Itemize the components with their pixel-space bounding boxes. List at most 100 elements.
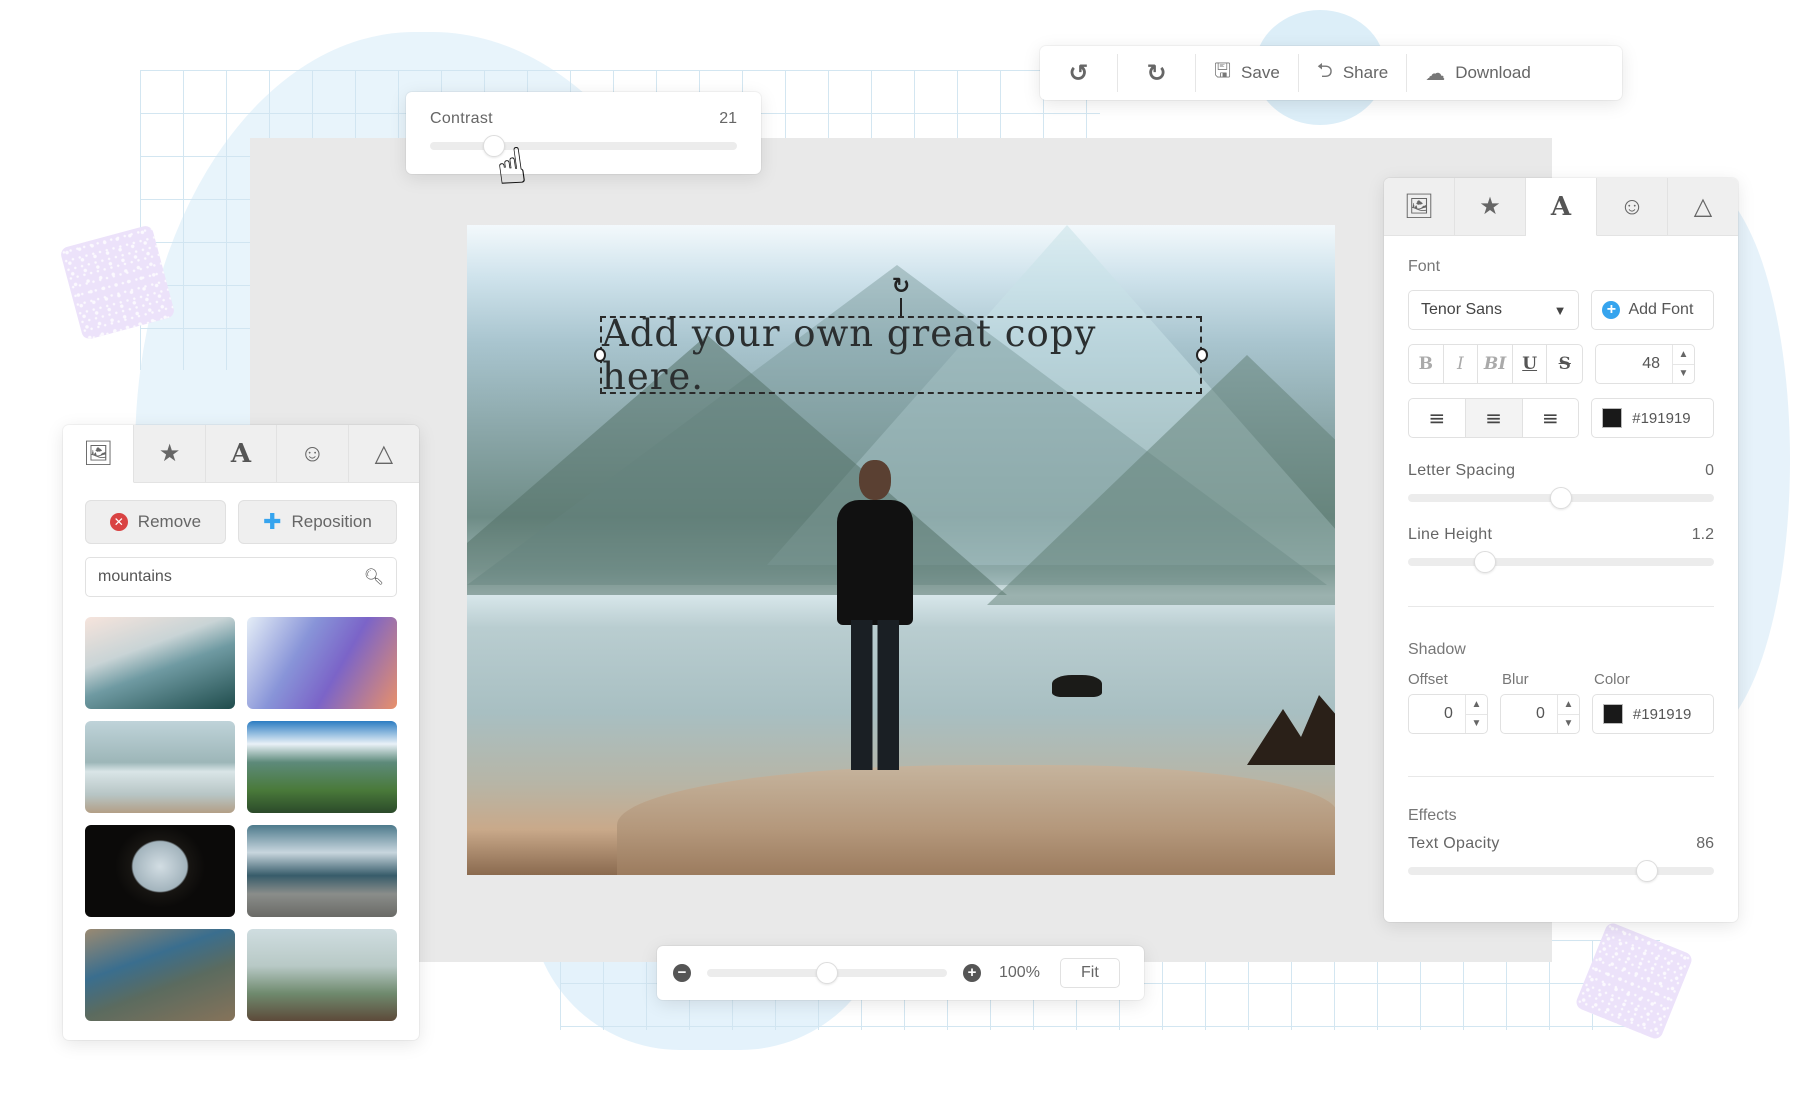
image-thumbnail[interactable] (247, 721, 397, 813)
image-thumbnail[interactable] (247, 617, 397, 709)
decrement-icon[interactable]: ▼ (1673, 365, 1694, 384)
search-icon[interactable]: 🔍︎ (364, 567, 384, 587)
photo-shore (617, 765, 1335, 875)
effects-section-title: Effects (1408, 807, 1457, 824)
tab-text[interactable]: A (206, 425, 278, 482)
person-head (859, 460, 891, 500)
zoom-bar: − + 100% Fit (657, 946, 1144, 1000)
undo-button[interactable]: ↺ (1040, 54, 1118, 92)
zoom-in-icon[interactable]: + (963, 964, 981, 982)
letter-spacing-value: 0 (1705, 462, 1714, 479)
shadow-color-field[interactable]: #191919 (1591, 694, 1714, 734)
resize-handle-right[interactable] (1196, 348, 1208, 362)
tab-image[interactable]: 🖼 (63, 425, 135, 483)
canvas-text-box[interactable]: Add your own great copy here. (594, 312, 1208, 398)
zoom-out-icon[interactable]: − (673, 964, 691, 982)
contrast-popover: Contrast 21 (406, 92, 761, 174)
text-color-value: #191919 (1632, 409, 1691, 427)
image-thumbnail[interactable] (85, 929, 235, 1021)
line-height-thumb[interactable] (1473, 551, 1496, 573)
tab-shapes[interactable]: △ (1668, 178, 1738, 235)
text-icon: A (230, 438, 252, 469)
decrement-icon[interactable]: ▼ (1558, 715, 1579, 734)
italic-button[interactable]: I (1444, 345, 1479, 383)
fit-button[interactable]: Fit (1059, 958, 1120, 988)
color-swatch (1602, 408, 1623, 428)
shape-triangle-icon: △ (1693, 193, 1713, 220)
letter-spacing-thumb[interactable] (1550, 487, 1572, 509)
download-button[interactable]: ☁ Download (1407, 54, 1549, 92)
image-thumbnail[interactable] (247, 929, 397, 1021)
reposition-button[interactable]: ✚ Reposition (237, 500, 397, 544)
reposition-label: Reposition (291, 512, 372, 531)
text-color-field[interactable]: #191919 (1591, 398, 1714, 438)
text-style-group: B I BI U S (1408, 344, 1583, 384)
tab-image[interactable]: 🖼 (1384, 178, 1455, 235)
panel-tabs: 🖼 ★ A ☺ △ (1384, 178, 1738, 236)
tab-effects[interactable]: ★ (1455, 178, 1526, 235)
align-left-button[interactable]: ≡ (1409, 399, 1466, 437)
canvas-text[interactable]: Add your own great copy here. (602, 312, 1200, 398)
text-opacity-thumb[interactable] (1635, 860, 1658, 882)
text-opacity-slider[interactable] (1408, 860, 1714, 882)
image-icon: 🖼 (1403, 193, 1435, 220)
image-thumbnail[interactable] (85, 721, 235, 813)
bold-italic-button[interactable]: BI (1478, 345, 1513, 383)
font-size-value[interactable]: 48 (1608, 355, 1672, 373)
line-height-slider[interactable] (1408, 551, 1714, 573)
add-font-button[interactable]: + Add Font (1591, 290, 1714, 330)
image-search-field[interactable]: 🔍︎ (85, 557, 397, 597)
tab-shapes[interactable]: △ (349, 425, 419, 482)
align-right-button[interactable]: ≡ (1523, 399, 1579, 437)
shadow-offset-stepper[interactable]: 0 ▲ ▼ (1408, 694, 1488, 734)
image-thumbnail[interactable] (85, 617, 235, 709)
image-library-panel: 🖼 ★ A ☺ △ ✕ Remove ✚ Reposition 🔍︎ (63, 425, 419, 1040)
increment-icon[interactable]: ▲ (1465, 695, 1487, 715)
decrement-icon[interactable]: ▼ (1466, 715, 1487, 734)
tab-emoji[interactable]: ☺ (277, 425, 349, 482)
image-thumbnail[interactable] (85, 825, 235, 917)
zoom-slider-thumb[interactable] (816, 962, 838, 984)
plus-circle-icon: + (1602, 301, 1621, 319)
bold-button[interactable]: B (1409, 345, 1444, 383)
shadow-blur-stepper[interactable]: 0 ▲ ▼ (1499, 694, 1580, 734)
tab-emoji[interactable]: ☺ (1597, 178, 1668, 235)
shadow-color-label: Color (1594, 671, 1630, 688)
tab-effects[interactable]: ★ (134, 425, 206, 482)
emoji-icon: ☺ (1619, 192, 1645, 220)
image-search-input[interactable] (98, 568, 348, 586)
save-button[interactable]: 🖫 Save (1196, 54, 1299, 92)
letter-spacing-slider[interactable] (1408, 487, 1714, 509)
photo-driftwood (1247, 695, 1335, 765)
rotate-handle-icon[interactable]: ↻ (889, 274, 913, 298)
resize-handle-left[interactable] (594, 348, 606, 362)
tab-text[interactable]: A (1526, 178, 1597, 236)
photo-rock (1052, 675, 1102, 697)
strikethrough-button[interactable]: S (1547, 345, 1582, 383)
image-thumbnail[interactable] (247, 825, 397, 917)
panel-tabs: 🖼 ★ A ☺ △ (63, 425, 419, 483)
person-torso (837, 500, 913, 625)
letter-spacing-label: Letter Spacing (1408, 462, 1516, 479)
increment-icon[interactable]: ▲ (1673, 345, 1694, 365)
align-center-button[interactable]: ≡ (1465, 399, 1523, 437)
shadow-offset-value[interactable]: 0 (1417, 705, 1465, 723)
shadow-blur-value[interactable]: 0 (1509, 705, 1557, 723)
section-divider (1408, 606, 1714, 607)
redo-button[interactable]: ↻ (1118, 54, 1196, 92)
image-icon: 🖼 (82, 440, 114, 467)
underline-button[interactable]: U (1513, 345, 1548, 383)
top-toolbar: ↺ ↻ 🖫 Save ⮌ Share ☁ Download (1040, 46, 1622, 100)
share-button[interactable]: ⮌ Share (1299, 54, 1408, 92)
share-icon: ⮌ (1316, 60, 1333, 82)
contrast-slider[interactable] (430, 135, 737, 157)
shadow-offset-label: Offset (1408, 671, 1448, 688)
line-height-value: 1.2 (1691, 526, 1714, 543)
font-family-select[interactable]: Tenor Sans ▼ (1408, 290, 1580, 330)
font-size-stepper[interactable]: 48 ▲ ▼ (1595, 344, 1695, 384)
floppy-disk-icon: 🖫 (1214, 60, 1232, 82)
zoom-slider[interactable] (707, 962, 947, 984)
remove-button[interactable]: ✕ Remove (85, 500, 226, 544)
increment-icon[interactable]: ▲ (1557, 695, 1579, 715)
font-family-value: Tenor Sans (1421, 301, 1502, 318)
